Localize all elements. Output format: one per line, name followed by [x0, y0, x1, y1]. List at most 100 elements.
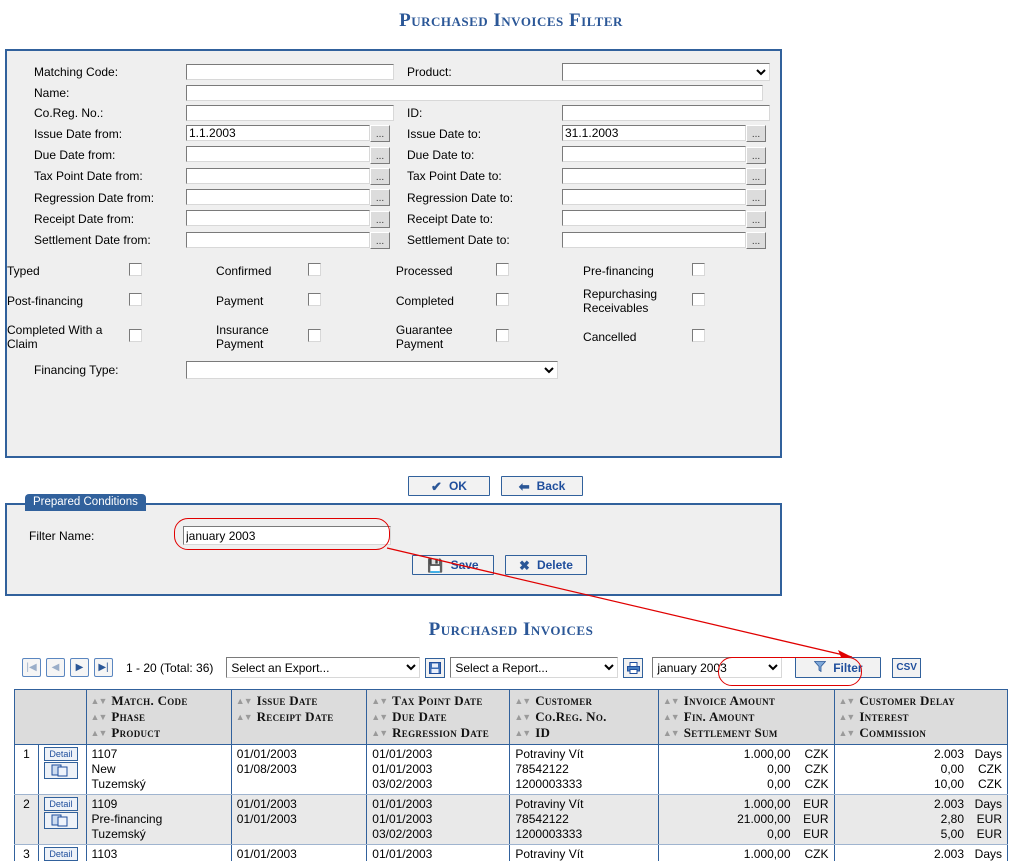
save-button[interactable]: 💾 Save: [412, 555, 494, 575]
sort-customer-icon[interactable]: ▲▼: [514, 696, 531, 706]
checkbox-label-post-financing: Post-financing: [7, 293, 84, 308]
export-save-icon[interactable]: [425, 657, 446, 678]
prev-page-button[interactable]: ◀: [46, 658, 65, 677]
issue-date-to-picker-button[interactable]: ...: [746, 125, 766, 143]
sort-phase-icon[interactable]: ▲▼: [91, 712, 108, 722]
matching-code-input[interactable]: [186, 64, 394, 80]
sort-settlement-sum-icon[interactable]: ▲▼: [663, 728, 680, 738]
checkbox-completed-with-claim[interactable]: [128, 328, 142, 342]
checkbox-cancelled[interactable]: [692, 328, 706, 342]
first-page-button[interactable]: |◀: [22, 658, 41, 677]
tax-point-from-input[interactable]: [186, 167, 370, 184]
csv-button[interactable]: CSV: [892, 657, 921, 678]
name-input[interactable]: [186, 85, 763, 101]
filter-button[interactable]: Filter: [795, 657, 882, 678]
settlement-to-picker-button[interactable]: ...: [746, 231, 766, 249]
print-icon[interactable]: [623, 657, 644, 678]
checkbox-processed[interactable]: [495, 262, 509, 276]
settlement-from-input[interactable]: [186, 231, 370, 248]
regression-from-picker-button[interactable]: ...: [370, 189, 390, 207]
header-text: Customer Delay: [859, 693, 956, 708]
sort-match-code-icon[interactable]: ▲▼: [91, 696, 108, 706]
checkbox-pre-financing[interactable]: [692, 262, 706, 276]
ok-button[interactable]: ✔ OK: [408, 476, 490, 496]
last-page-button[interactable]: ▶|: [94, 658, 113, 677]
sort-interest-icon[interactable]: ▲▼: [839, 712, 856, 722]
checkbox-insurance-payment[interactable]: [308, 328, 322, 342]
filter-name-input[interactable]: [183, 526, 391, 545]
receipt-to-input[interactable]: [562, 210, 746, 227]
regression-from-input[interactable]: [186, 188, 370, 205]
tax-point-to-input[interactable]: [562, 167, 746, 184]
grid-body: 1 Detail 1107 New Tuzemský 01/01/2003 01/08/20…: [14, 744, 1008, 861]
sort-receipt-date-icon[interactable]: ▲▼: [236, 712, 253, 722]
checkbox-payment[interactable]: [308, 292, 322, 306]
tax-point-from-picker-button[interactable]: ...: [370, 167, 390, 185]
due-date-to-picker-button[interactable]: ...: [746, 146, 766, 164]
tax-point-to-picker-button[interactable]: ...: [746, 167, 766, 185]
next-page-button[interactable]: ▶: [70, 658, 89, 677]
checkbox-repurchasing-receivables[interactable]: [692, 292, 706, 306]
cell-customer: Potraviny Vít 78542122 1200003333: [509, 744, 659, 795]
checkbox-confirmed[interactable]: [308, 262, 322, 276]
row-name: Name:: [7, 83, 780, 103]
sort-fin-amount-icon[interactable]: ▲▼: [663, 712, 680, 722]
receipt-to-label: Receipt Date to:: [407, 211, 494, 226]
sort-coreg-no-icon[interactable]: ▲▼: [514, 712, 531, 722]
sort-regression-date-icon[interactable]: ▲▼: [371, 728, 388, 738]
filter-panel: Matching Code: Product: Name: Co.Reg. No…: [5, 49, 782, 458]
column-header-invoice-amount: ▲▼ Invoice Amount ▲▼ Fin. Amount ▲▼ Settlem…: [657, 689, 835, 745]
receipt-from-picker-button[interactable]: ...: [370, 210, 390, 228]
settlement-to-input[interactable]: [562, 231, 746, 248]
sort-id-icon[interactable]: ▲▼: [514, 728, 531, 738]
issue-date-to-input[interactable]: [562, 125, 746, 141]
row-issue-date: Issue Date from: ... Issue Date to: ...: [7, 123, 780, 144]
sort-invoice-amount-icon[interactable]: ▲▼: [663, 696, 680, 706]
table-row[interactable]: 1 Detail 1107 New Tuzemský 01/01/2003 01/08/20…: [14, 744, 1008, 795]
cell-customer: Potraviny Vít 78542122 1200003333: [509, 794, 659, 845]
back-button[interactable]: ⬅ Back: [501, 476, 583, 496]
delete-button[interactable]: ✖ Delete: [505, 555, 587, 575]
issue-date-from-input[interactable]: [186, 125, 370, 141]
cell-tax-point-date: 01/01/2003 01/01/2003 03/02/2003: [366, 744, 511, 795]
saved-filter-select[interactable]: january 2003: [652, 657, 783, 678]
checkbox-row-2: Post-financing Payment Completed Repurch…: [7, 283, 780, 319]
due-date-to-input[interactable]: [562, 146, 746, 163]
checkbox-typed[interactable]: [128, 262, 142, 276]
due-date-from-picker-button[interactable]: ...: [370, 146, 390, 164]
settlement-from-picker-button[interactable]: ...: [370, 231, 390, 249]
table-row[interactable]: 2 Detail 1109 Pre-financing Tuzemský 01/01/20…: [14, 794, 1008, 845]
table-row[interactable]: 3Detail1103Pre-financing01/01/200301/01/…: [14, 844, 1008, 861]
product-select[interactable]: [562, 63, 770, 81]
id-input[interactable]: [562, 105, 770, 121]
sort-tax-point-date-icon[interactable]: ▲▼: [371, 696, 388, 706]
export-select[interactable]: Select an Export...: [226, 657, 421, 678]
issue-date-from-picker-button[interactable]: ...: [370, 125, 390, 143]
due-date-from-input[interactable]: [186, 146, 370, 163]
detail-button[interactable]: Detail: [43, 847, 78, 861]
receipt-from-input[interactable]: [186, 210, 370, 227]
detail-button[interactable]: Detail: [43, 797, 78, 811]
detail-button[interactable]: Detail: [43, 747, 78, 761]
regression-to-picker-button[interactable]: ...: [746, 189, 766, 207]
cell-match-code: 1107 New Tuzemský: [85, 744, 232, 795]
regression-to-input[interactable]: [562, 188, 746, 205]
sort-customer-delay-icon[interactable]: ▲▼: [839, 696, 856, 706]
back-button-label: Back: [536, 479, 566, 493]
sort-product-icon[interactable]: ▲▼: [91, 728, 108, 738]
sort-commission-icon[interactable]: ▲▼: [839, 728, 856, 738]
coreg-input[interactable]: [186, 105, 394, 121]
receipt-to-picker-button[interactable]: ...: [746, 210, 766, 228]
checkbox-guarantee-payment[interactable]: [495, 328, 509, 342]
report-select[interactable]: Select a Report...: [450, 657, 619, 678]
sort-issue-date-icon[interactable]: ▲▼: [236, 696, 253, 706]
prepared-conditions-legend: Prepared Conditions: [25, 494, 146, 511]
sort-due-date-icon[interactable]: ▲▼: [371, 712, 388, 722]
id-label: ID:: [407, 106, 423, 120]
financing-type-select[interactable]: [186, 360, 558, 379]
checkbox-post-financing[interactable]: [128, 292, 142, 306]
checkbox-completed[interactable]: [495, 292, 509, 306]
copy-icon[interactable]: [43, 812, 78, 829]
tax-point-to-label: Tax Point Date to:: [407, 169, 502, 184]
copy-icon[interactable]: [43, 762, 78, 779]
